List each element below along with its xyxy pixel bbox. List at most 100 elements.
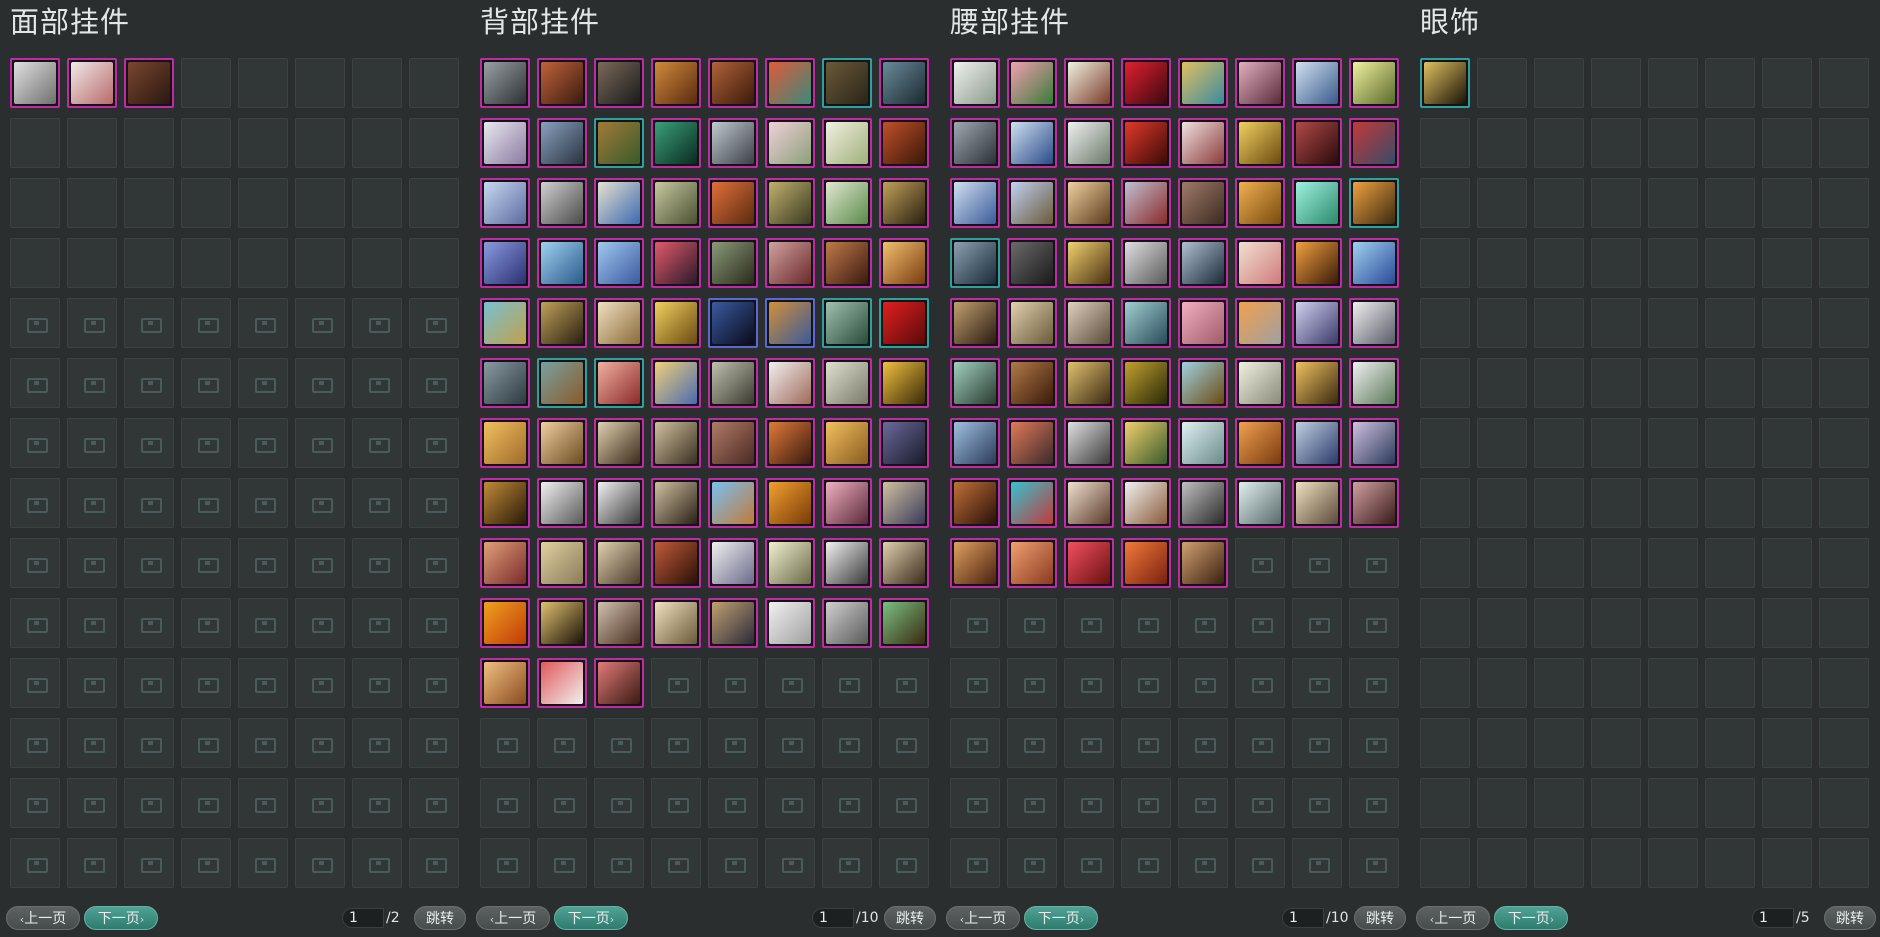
item-slot[interactable] (1007, 298, 1057, 348)
item-slot[interactable] (651, 538, 701, 588)
item-slot[interactable] (950, 58, 1000, 108)
item-slot[interactable] (594, 598, 644, 648)
item-slot[interactable] (537, 598, 587, 648)
item-slot[interactable] (537, 178, 587, 228)
item-slot[interactable] (708, 298, 758, 348)
item-slot[interactable] (822, 238, 872, 288)
jump-button[interactable]: 跳转 (884, 906, 936, 930)
item-slot[interactable] (1064, 58, 1114, 108)
item-slot[interactable] (651, 58, 701, 108)
item-slot[interactable] (651, 298, 701, 348)
item-slot[interactable] (537, 298, 587, 348)
item-slot[interactable] (1178, 238, 1228, 288)
item-slot[interactable] (651, 178, 701, 228)
item-slot[interactable] (1349, 358, 1399, 408)
item-slot[interactable] (480, 118, 530, 168)
item-slot[interactable] (765, 58, 815, 108)
item-slot[interactable] (1292, 238, 1342, 288)
item-slot[interactable] (1235, 358, 1285, 408)
item-slot[interactable] (1007, 418, 1057, 468)
item-slot[interactable] (537, 118, 587, 168)
item-slot[interactable] (822, 178, 872, 228)
item-slot[interactable] (1121, 538, 1171, 588)
item-slot[interactable] (879, 538, 929, 588)
item-slot[interactable] (950, 238, 1000, 288)
item-slot[interactable] (537, 658, 587, 708)
item-slot[interactable] (1235, 298, 1285, 348)
item-slot[interactable] (651, 478, 701, 528)
item-slot[interactable] (1235, 238, 1285, 288)
item-slot[interactable] (822, 538, 872, 588)
item-slot[interactable] (480, 238, 530, 288)
item-slot[interactable] (1121, 478, 1171, 528)
item-slot[interactable] (1064, 478, 1114, 528)
item-slot[interactable] (765, 358, 815, 408)
item-slot[interactable] (480, 538, 530, 588)
item-slot[interactable] (1121, 298, 1171, 348)
item-slot[interactable] (1235, 118, 1285, 168)
item-slot[interactable] (708, 478, 758, 528)
item-slot[interactable] (708, 118, 758, 168)
item-slot[interactable] (1007, 358, 1057, 408)
item-slot[interactable] (708, 538, 758, 588)
item-slot[interactable] (765, 538, 815, 588)
item-slot[interactable] (822, 478, 872, 528)
item-slot[interactable] (950, 358, 1000, 408)
item-slot[interactable] (651, 358, 701, 408)
item-slot[interactable] (765, 298, 815, 348)
item-slot[interactable] (537, 238, 587, 288)
item-slot[interactable] (480, 358, 530, 408)
item-slot[interactable] (1292, 418, 1342, 468)
item-slot[interactable] (1007, 538, 1057, 588)
item-slot[interactable] (594, 118, 644, 168)
next-page-button[interactable]: 下一页› (1024, 906, 1098, 930)
item-slot[interactable] (480, 58, 530, 108)
item-slot[interactable] (879, 58, 929, 108)
item-slot[interactable] (822, 298, 872, 348)
item-slot[interactable] (594, 658, 644, 708)
item-slot[interactable] (594, 478, 644, 528)
item-slot[interactable] (708, 178, 758, 228)
item-slot[interactable] (1292, 58, 1342, 108)
item-slot[interactable] (537, 358, 587, 408)
item-slot[interactable] (1349, 58, 1399, 108)
item-slot[interactable] (1178, 358, 1228, 408)
item-slot[interactable] (1064, 358, 1114, 408)
item-slot[interactable] (879, 598, 929, 648)
item-slot[interactable] (1121, 358, 1171, 408)
item-slot[interactable] (480, 478, 530, 528)
item-slot[interactable] (594, 358, 644, 408)
item-slot[interactable] (1349, 118, 1399, 168)
item-slot[interactable] (1178, 298, 1228, 348)
item-slot[interactable] (1349, 178, 1399, 228)
item-slot[interactable] (1292, 178, 1342, 228)
item-slot[interactable] (822, 598, 872, 648)
item-slot[interactable] (822, 418, 872, 468)
item-slot[interactable] (651, 418, 701, 468)
item-slot[interactable] (480, 598, 530, 648)
item-slot[interactable] (480, 658, 530, 708)
item-slot[interactable] (950, 538, 1000, 588)
item-slot[interactable] (879, 118, 929, 168)
item-slot[interactable] (1420, 58, 1470, 108)
item-slot[interactable] (1292, 298, 1342, 348)
item-slot[interactable] (1235, 478, 1285, 528)
jump-button[interactable]: 跳转 (1354, 906, 1406, 930)
item-slot[interactable] (879, 178, 929, 228)
item-slot[interactable] (1064, 298, 1114, 348)
item-slot[interactable] (1235, 178, 1285, 228)
item-slot[interactable] (708, 238, 758, 288)
item-slot[interactable] (1007, 118, 1057, 168)
item-slot[interactable] (1178, 58, 1228, 108)
item-slot[interactable] (708, 418, 758, 468)
item-slot[interactable] (651, 118, 701, 168)
item-slot[interactable] (879, 358, 929, 408)
item-slot[interactable] (537, 58, 587, 108)
item-slot[interactable] (480, 178, 530, 228)
item-slot[interactable] (1178, 478, 1228, 528)
next-page-button[interactable]: 下一页› (554, 906, 628, 930)
item-slot[interactable] (708, 58, 758, 108)
item-slot[interactable] (10, 58, 60, 108)
item-slot[interactable] (1349, 418, 1399, 468)
item-slot[interactable] (594, 178, 644, 228)
